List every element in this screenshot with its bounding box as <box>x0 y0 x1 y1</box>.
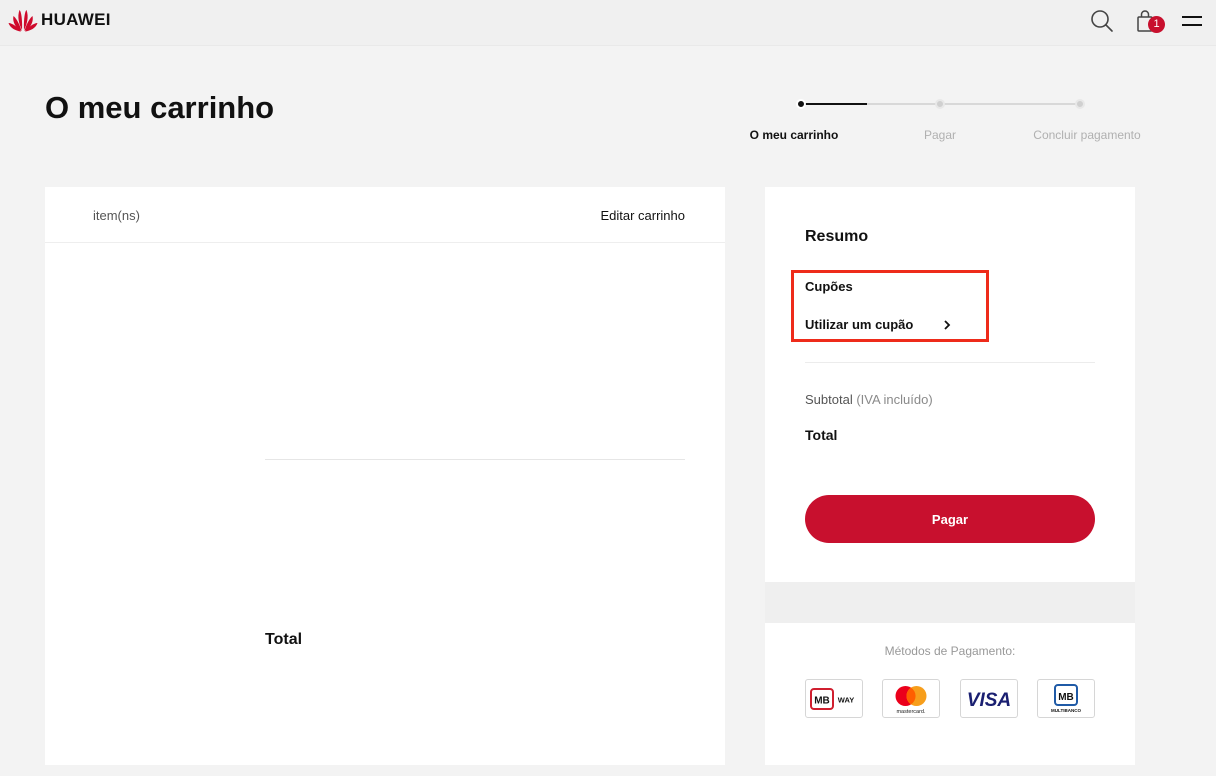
items-count-label: item(ns) <box>93 208 140 223</box>
multibanco-icon: MB MULTIBANCO <box>1051 683 1081 713</box>
checkout-stepper: O meu carrinho Pagar Concluir pagamento <box>730 96 1170 146</box>
use-coupon-link[interactable]: Utilizar um cupão <box>805 317 951 332</box>
svg-text:VISA: VISA <box>967 690 1011 711</box>
payment-method-mastercard: mastercard. <box>882 679 940 718</box>
step-dot-cart <box>796 99 806 109</box>
subtotal-row: Subtotal (IVA incluído) <box>805 392 933 407</box>
summary-total-label: Total <box>805 427 838 443</box>
step-label-complete: Concluir pagamento <box>1033 128 1141 142</box>
payment-methods-label: Métodos de Pagamento: <box>884 644 1016 658</box>
site-header: HUAWEI 1 <box>0 0 1216 46</box>
step-label-pay: Pagar <box>923 128 957 142</box>
vat-note: (IVA incluído) <box>856 392 933 407</box>
huawei-logo-icon <box>8 10 38 32</box>
mastercard-icon: mastercard. <box>895 685 927 715</box>
edit-cart-link[interactable]: Editar carrinho <box>600 208 685 223</box>
cart-button[interactable]: 1 <box>1134 8 1165 34</box>
menu-icon <box>1182 16 1202 26</box>
payment-method-mbway: MB WAY <box>805 679 863 718</box>
summary-title: Resumo <box>805 228 869 245</box>
step-dot-pay <box>935 99 945 109</box>
mbway-icon: MB WAY <box>810 687 854 710</box>
huawei-logo[interactable]: HUAWEI <box>8 6 111 34</box>
cart-count-badge: 1 <box>1148 16 1165 33</box>
search-button[interactable] <box>1089 8 1115 34</box>
cart-total-label: Total <box>265 631 303 648</box>
subtotal-label: Subtotal <box>805 392 853 407</box>
step-dot-complete <box>1075 99 1085 109</box>
svg-text:MULTIBANCO: MULTIBANCO <box>1051 708 1081 713</box>
menu-button[interactable] <box>1180 12 1204 30</box>
coupons-title: Cupões <box>805 279 853 294</box>
stepper-progress-line <box>801 103 867 105</box>
svg-text:MB: MB <box>814 695 830 706</box>
cart-panel: item(ns) Editar carrinho Total <box>45 187 725 765</box>
chevron-right-icon <box>944 319 951 330</box>
svg-text:MB: MB <box>1058 692 1074 703</box>
summary-divider <box>805 362 1095 363</box>
page-title: O meu carrinho <box>45 90 275 125</box>
payment-method-multibanco: MB MULTIBANCO <box>1037 679 1095 718</box>
search-icon <box>1091 10 1113 32</box>
cart-header: item(ns) Editar carrinho <box>45 187 725 243</box>
visa-icon: VISA <box>967 690 1011 711</box>
payment-methods-panel: Métodos de Pagamento: MB WAY mastercard.… <box>765 623 1135 765</box>
stepper-remaining-line <box>867 103 1080 105</box>
order-summary-panel: Resumo Cupões Utilizar um cupão Subtotal… <box>765 187 1135 582</box>
use-coupon-label: Utilizar um cupão <box>805 317 914 332</box>
svg-text:mastercard.: mastercard. <box>896 709 926 715</box>
cart-divider <box>265 459 685 460</box>
panel-spacer <box>765 582 1135 623</box>
step-label-cart: O meu carrinho <box>749 128 839 142</box>
brand-name: HUAWEI <box>41 10 111 29</box>
payment-method-visa: VISA <box>960 679 1018 718</box>
pay-button[interactable]: Pagar <box>805 495 1095 543</box>
svg-text:WAY: WAY <box>838 695 854 704</box>
